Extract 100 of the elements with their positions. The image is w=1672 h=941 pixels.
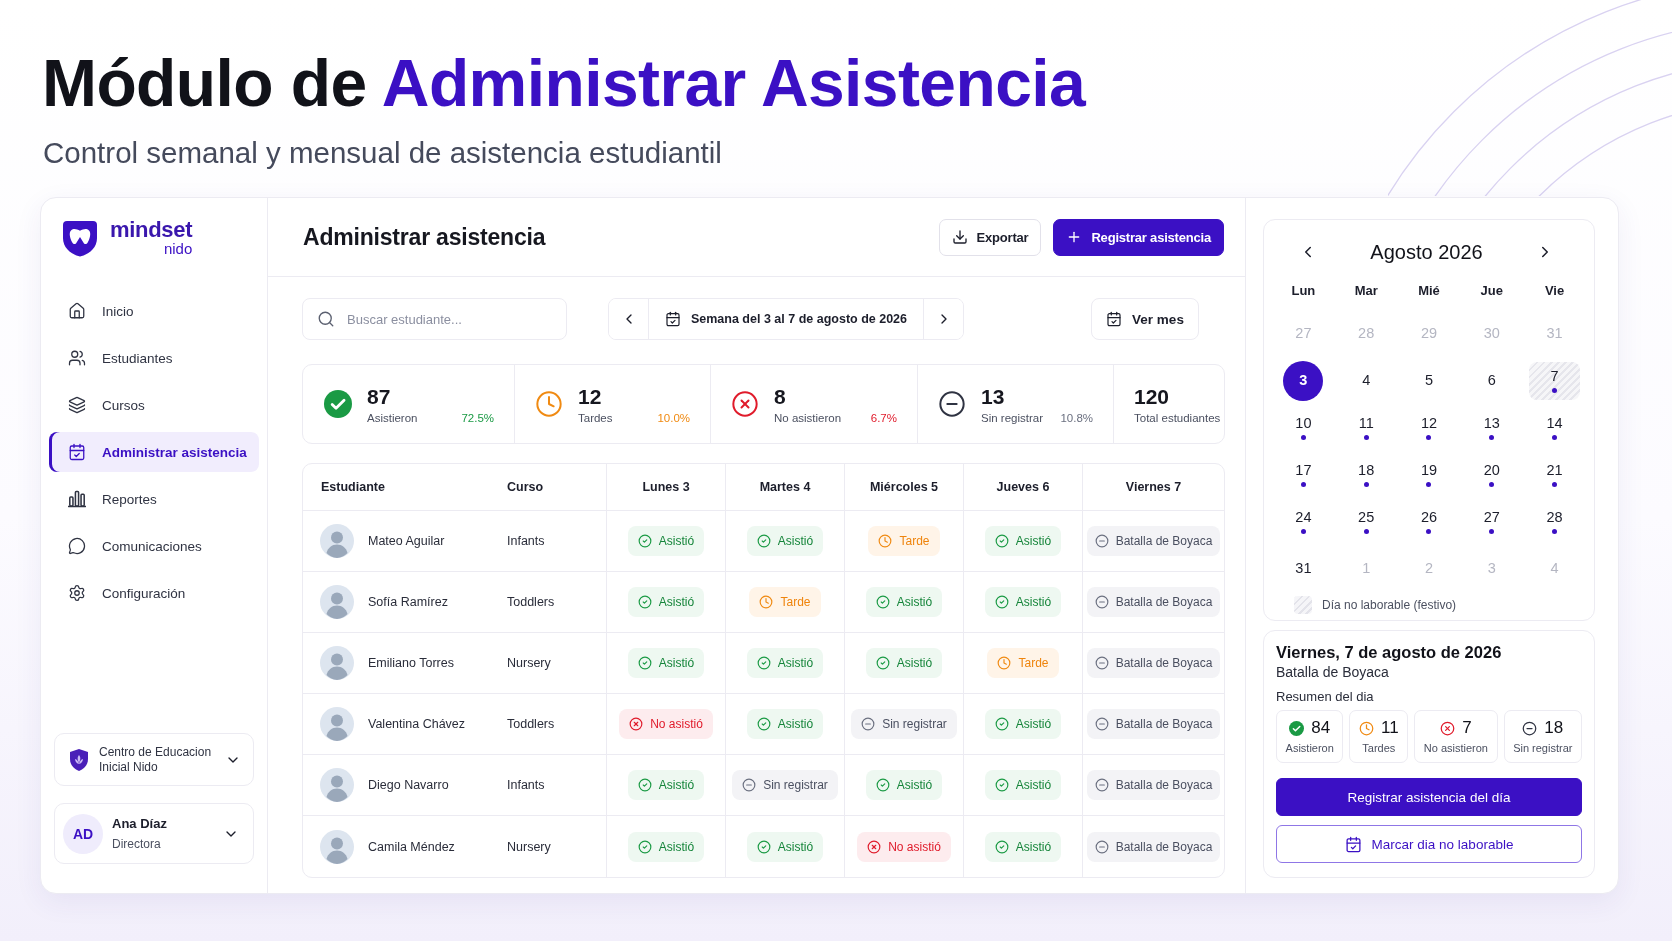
status-label: Batalla de Boyaca xyxy=(1115,595,1213,609)
stat-percent: 72.5% xyxy=(461,411,494,424)
stat-label: Tardes xyxy=(578,411,613,424)
calendar-day[interactable]: 17 xyxy=(1283,454,1324,495)
view-month-button[interactable]: Ver mes xyxy=(1091,298,1199,340)
calendar-day[interactable]: 14 xyxy=(1534,407,1575,448)
organization-selector[interactable]: Centro de Educacion Inicial Nido xyxy=(54,733,254,786)
export-button[interactable]: Exportar xyxy=(938,218,1042,256)
status-label: Asistió xyxy=(1015,595,1052,609)
calendar-day[interactable]: 10 xyxy=(1283,407,1324,448)
shield-icon xyxy=(69,747,89,772)
bar-chart-icon xyxy=(68,490,86,508)
calendar-day[interactable]: 7 xyxy=(1529,361,1581,400)
status-label: Asistió xyxy=(777,534,814,548)
stat-percent: 10.8% xyxy=(1060,411,1093,424)
calendar-day[interactable]: 4 xyxy=(1346,360,1387,401)
sidebar-item[interactable]: Cursos xyxy=(49,385,259,425)
status-label: Batalla de Boyaca xyxy=(1115,839,1213,854)
status-label: Asistió xyxy=(658,595,695,609)
week-range-button[interactable]: Semana del 3 al 7 de agosto de 2026 xyxy=(648,299,924,339)
minus-circle-icon xyxy=(938,390,966,418)
sidebar-item[interactable]: Estudiantes xyxy=(49,338,259,378)
minus-circle-icon xyxy=(1094,839,1109,854)
calendar-day[interactable]: 11 xyxy=(1346,407,1387,448)
user-role: Directora xyxy=(112,837,162,851)
register-day-button[interactable]: Registrar asistencia del día xyxy=(1276,778,1582,816)
check-circle-icon xyxy=(637,778,652,792)
stat-label: Sin registrar xyxy=(981,411,1043,424)
minus-circle-icon xyxy=(742,778,757,792)
mark-holiday-button[interactable]: Marcar dia no laborable xyxy=(1276,825,1582,863)
course-name: Nursery xyxy=(507,656,551,670)
search-icon xyxy=(317,310,335,328)
calendar-day[interactable]: 27 xyxy=(1471,501,1512,542)
calendar-day[interactable]: 19 xyxy=(1409,454,1449,495)
calendar-day[interactable]: 28 xyxy=(1534,501,1575,542)
sidebar-item[interactable]: Reportes xyxy=(49,479,259,519)
check-circle-icon xyxy=(994,595,1009,609)
stat-percent: 10.0% xyxy=(657,411,690,424)
search-field[interactable]: Buscar estudiante... xyxy=(302,298,567,340)
summary-value: 11 xyxy=(1381,718,1399,738)
avatar-silhouette-icon xyxy=(320,768,354,802)
check-circle-icon xyxy=(875,778,890,792)
calendar-day[interactable]: 3 xyxy=(1283,360,1324,401)
calendar-day[interactable]: 25 xyxy=(1346,501,1387,542)
stat-percent: 6.7% xyxy=(870,411,897,424)
sidebar-item[interactable]: Inicio xyxy=(49,291,259,331)
clock-icon xyxy=(535,390,563,418)
summary-label: Asistieron xyxy=(1285,742,1334,754)
page-heading: Administrar asistencia xyxy=(303,223,546,251)
weekday-label: Vie xyxy=(1543,282,1566,300)
weekday-label: Jue xyxy=(1479,282,1504,300)
users-icon xyxy=(68,349,86,367)
summary-value: 18 xyxy=(1544,718,1564,738)
course-name: Toddlers xyxy=(507,717,555,731)
status-label: Sin registrar xyxy=(882,717,947,731)
calendar-check-icon xyxy=(1106,311,1123,327)
x-circle-icon xyxy=(1440,720,1456,736)
calendar-day[interactable]: 21 xyxy=(1534,454,1575,495)
minus-circle-icon xyxy=(1094,595,1109,609)
user-name: Ana Díaz xyxy=(112,816,168,831)
sidebar-item[interactable]: Comunicaciones xyxy=(49,526,259,566)
calendar-day[interactable]: 13 xyxy=(1471,407,1512,448)
status-label: Asistió xyxy=(1015,839,1052,854)
user-initials-avatar: AD xyxy=(63,813,103,854)
calendar-day[interactable]: 6 xyxy=(1471,360,1512,401)
status-label: Tarde xyxy=(780,595,811,609)
status-label: Asistió xyxy=(777,717,814,731)
column-header: Lunes 3 xyxy=(642,480,690,494)
event-dot-icon xyxy=(1426,529,1432,534)
column-header: Miércoles 5 xyxy=(869,480,939,494)
status-label: Asistió xyxy=(658,656,695,670)
student-name: Valentina Chávez xyxy=(368,717,466,731)
calendar-day[interactable]: 31 xyxy=(1283,548,1324,589)
sidebar-item[interactable]: Configuración xyxy=(49,573,259,613)
stat-value: 12 xyxy=(578,384,603,409)
clock-icon xyxy=(1359,720,1374,736)
event-dot-icon xyxy=(1489,435,1495,440)
check-circle-icon xyxy=(637,656,652,670)
sidebar-item[interactable]: Administrar asistencia xyxy=(49,432,259,472)
calendar-day[interactable]: 12 xyxy=(1409,407,1449,448)
brand-name: mindset xyxy=(110,219,193,241)
student-name: Mateo Aguilar xyxy=(368,534,445,548)
calendar-day[interactable]: 26 xyxy=(1409,501,1449,542)
register-attendance-button[interactable]: Registrar asistencia xyxy=(1053,218,1224,256)
status-label: Batalla de Boyaca xyxy=(1115,534,1213,548)
status-label: Tarde xyxy=(1018,656,1049,670)
avatar-silhouette-icon xyxy=(320,707,354,741)
calendar-day[interactable]: 5 xyxy=(1409,360,1449,401)
hatched-swatch-icon xyxy=(1294,596,1312,614)
brand-subname: nido xyxy=(163,241,193,257)
calendar-day[interactable]: 18 xyxy=(1346,454,1387,495)
student-name: Camila Méndez xyxy=(368,839,455,854)
user-menu[interactable]: AD Ana Díaz Directora xyxy=(54,803,254,864)
calendar-day[interactable]: 20 xyxy=(1471,454,1512,495)
event-dot-icon xyxy=(1552,388,1558,393)
stat-value: 13 xyxy=(981,384,1006,409)
event-dot-icon xyxy=(1363,529,1369,534)
check-circle-icon xyxy=(637,839,652,854)
calendar-day[interactable]: 24 xyxy=(1283,501,1324,542)
status-label: Asistió xyxy=(1015,778,1052,792)
